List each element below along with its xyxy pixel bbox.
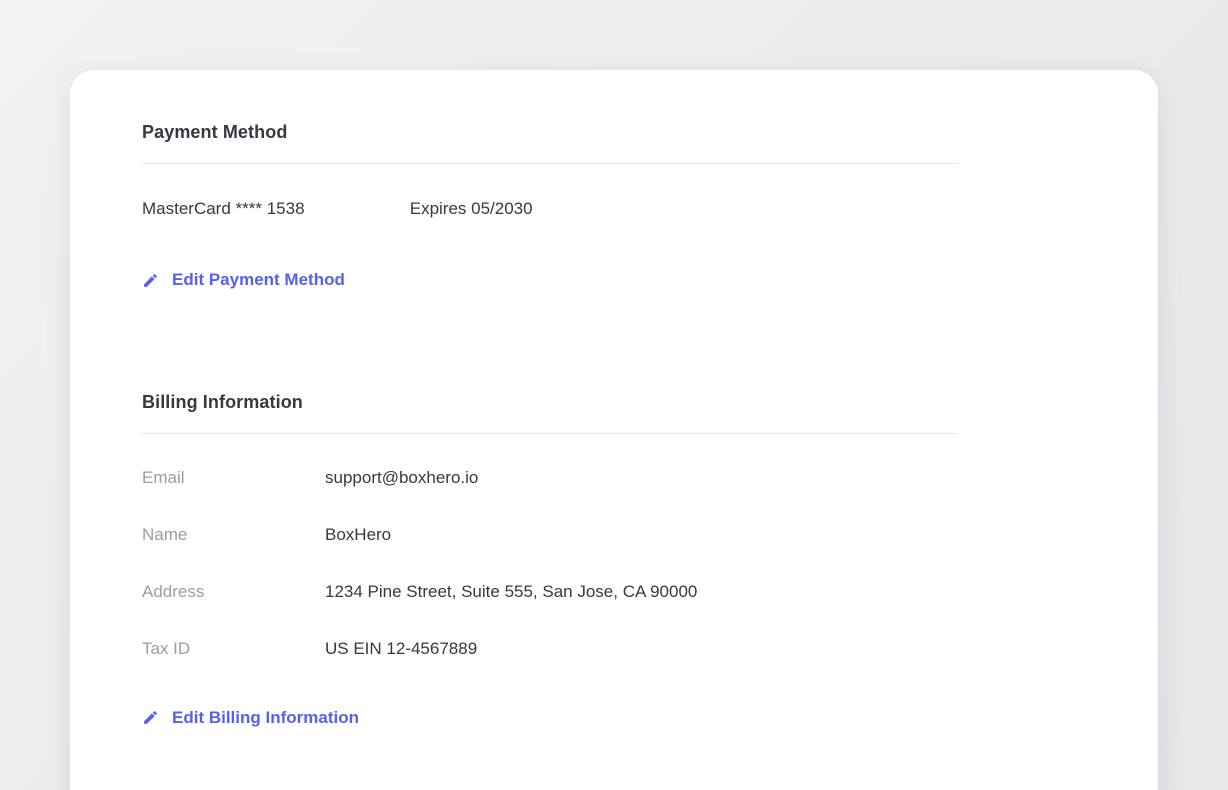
- pencil-icon: [142, 709, 159, 726]
- card-expiry-text: Expires 05/2030: [410, 199, 533, 218]
- billing-field-list: Email support@boxhero.io Name BoxHero Ad…: [142, 469, 958, 658]
- billing-information-title: Billing Information: [142, 392, 958, 412]
- card-number-text: MasterCard **** 1538: [142, 200, 405, 218]
- field-label: Address: [142, 583, 325, 601]
- billing-settings-page: { "colors": { "accent": "#565ff2", "head…: [0, 0, 1228, 790]
- field-value: support@boxhero.io: [325, 469, 478, 487]
- billing-row-email: Email support@boxhero.io: [142, 469, 958, 487]
- card-content: Payment Method MasterCard **** 1538 Expi…: [70, 70, 1158, 731]
- edit-billing-information-label: Edit Billing Information: [172, 708, 359, 728]
- payment-method-section: Payment Method MasterCard **** 1538 Expi…: [142, 122, 958, 294]
- pencil-icon: [142, 272, 159, 289]
- billing-row-name: Name BoxHero: [142, 526, 958, 544]
- field-value: US EIN 12-4567889: [325, 640, 477, 658]
- section-divider: [142, 163, 958, 164]
- payment-method-row: MasterCard **** 1538 Expires 05/2030: [142, 200, 958, 218]
- field-label: Tax ID: [142, 640, 325, 658]
- billing-information-section: Billing Information Email support@boxher…: [142, 392, 958, 732]
- field-label: Email: [142, 469, 325, 487]
- payment-method-title: Payment Method: [142, 122, 958, 142]
- billing-row-taxid: Tax ID US EIN 12-4567889: [142, 640, 958, 658]
- edit-payment-method-button[interactable]: Edit Payment Method: [142, 270, 345, 290]
- field-value: BoxHero: [325, 526, 391, 544]
- edit-billing-information-button[interactable]: Edit Billing Information: [142, 708, 359, 728]
- field-label: Name: [142, 526, 325, 544]
- field-value: 1234 Pine Street, Suite 555, San Jose, C…: [325, 583, 697, 601]
- billing-row-address: Address 1234 Pine Street, Suite 555, San…: [142, 583, 958, 601]
- edit-payment-method-label: Edit Payment Method: [172, 270, 345, 290]
- section-divider: [142, 433, 958, 434]
- billing-settings-card: Payment Method MasterCard **** 1538 Expi…: [70, 70, 1158, 790]
